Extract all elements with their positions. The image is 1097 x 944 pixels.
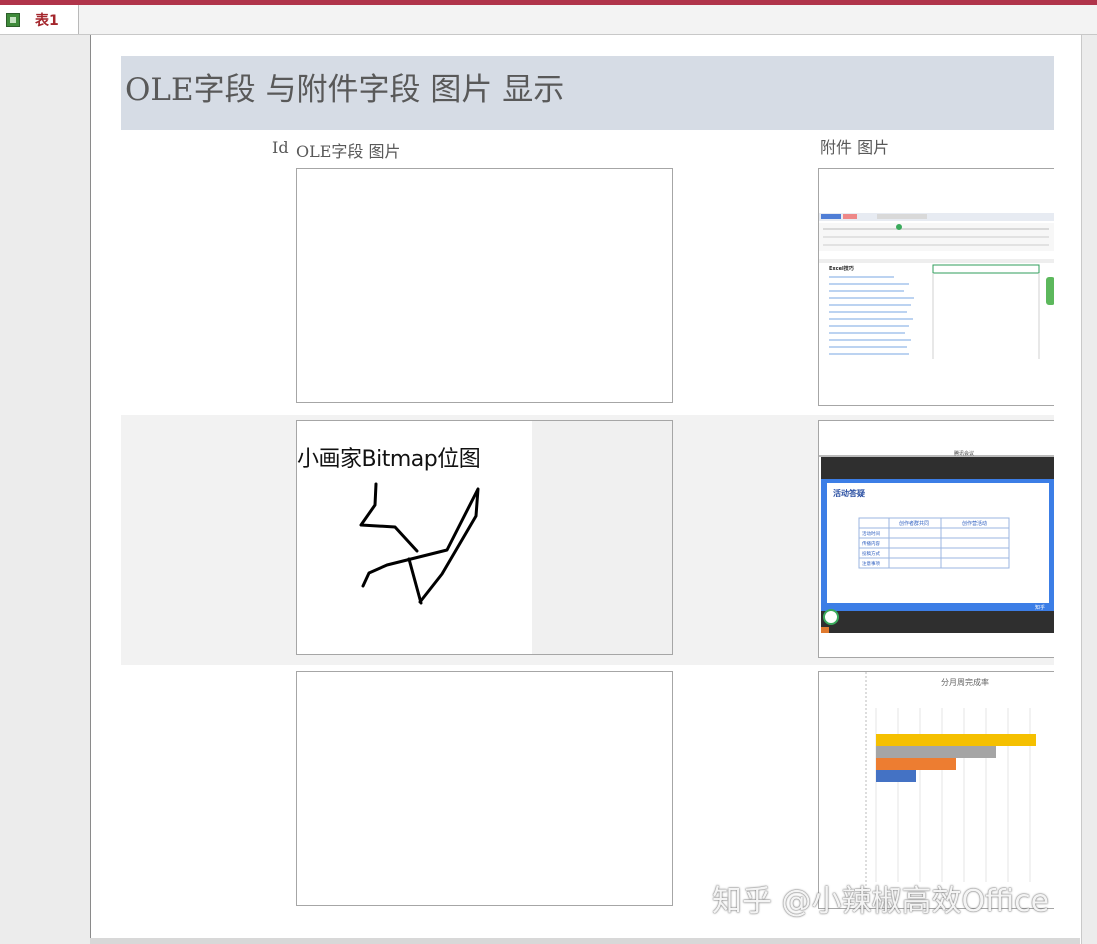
tab-table1[interactable]: 表1 <box>0 5 79 34</box>
report-header: OLE字段 与附件字段 图片 显示 <box>121 56 1054 130</box>
svg-text:注意事项: 注意事项 <box>862 560 880 567</box>
left-pane <box>0 35 90 944</box>
record-row[interactable]: 1 Excel技巧 <box>121 163 1054 413</box>
svg-text:知乎: 知乎 <box>1035 604 1045 611</box>
watermark-text: 知乎 @小辣椒高效Office <box>712 884 1050 919</box>
pres-top-text: 腾讯会议 <box>954 450 974 457</box>
table-icon <box>6 13 20 27</box>
chart-thumb-title: 分月周完成率 <box>941 677 989 687</box>
svg-text:创作者群共同: 创作者群共同 <box>899 520 929 527</box>
tab-label: 表1 <box>35 13 59 29</box>
attachment-image-field[interactable]: 腾讯会议 活动答疑 创作者群共同 创作营活动 活动时间 传播内容 投稿方式 注意… <box>818 420 1054 658</box>
report-page: OLE字段 与附件字段 图片 显示 Id OLE字段 图片 附件 图片 1 Ex… <box>90 35 1082 944</box>
svg-text:投稿方式: 投稿方式 <box>862 550 880 557</box>
sheet-header-text: Excel技巧 <box>829 265 854 272</box>
attachment-image-field[interactable]: Excel技巧 <box>818 168 1054 406</box>
attachment-image-field[interactable]: 分月周完成率 <box>818 671 1054 909</box>
svg-text:活动时间: 活动时间 <box>862 530 880 537</box>
presentation-thumbnail: 腾讯会议 活动答疑 创作者群共同 创作营活动 活动时间 传播内容 投稿方式 注意… <box>819 450 1054 633</box>
pres-title-text: 活动答疑 <box>833 488 865 498</box>
report-title: OLE字段 与附件字段 图片 显示 <box>125 72 565 108</box>
document-tab-bar: 表1 <box>0 5 1097 35</box>
ole-image-field[interactable] <box>296 168 673 403</box>
bar-chart-thumbnail: 分月周完成率 <box>865 672 1036 908</box>
svg-text:创作营活动: 创作营活动 <box>962 520 987 527</box>
record-row[interactable]: 2 小画家Bitmap位图 腾讯会议 活动答疑 <box>121 415 1054 665</box>
bitmap-background <box>532 421 672 654</box>
spreadsheet-thumbnail: Excel技巧 <box>819 213 1054 359</box>
ole-image-field[interactable] <box>296 671 673 906</box>
horizontal-scrollbar[interactable] <box>90 938 1080 944</box>
bitmap-drawing <box>359 482 480 605</box>
column-header-ole: OLE字段 图片 <box>296 142 401 161</box>
svg-text:传播内容: 传播内容 <box>862 540 880 547</box>
ole-image-field[interactable]: 小画家Bitmap位图 <box>296 420 673 655</box>
column-header-attachment: 附件 图片 <box>820 138 890 157</box>
column-header-id: Id <box>272 138 289 157</box>
